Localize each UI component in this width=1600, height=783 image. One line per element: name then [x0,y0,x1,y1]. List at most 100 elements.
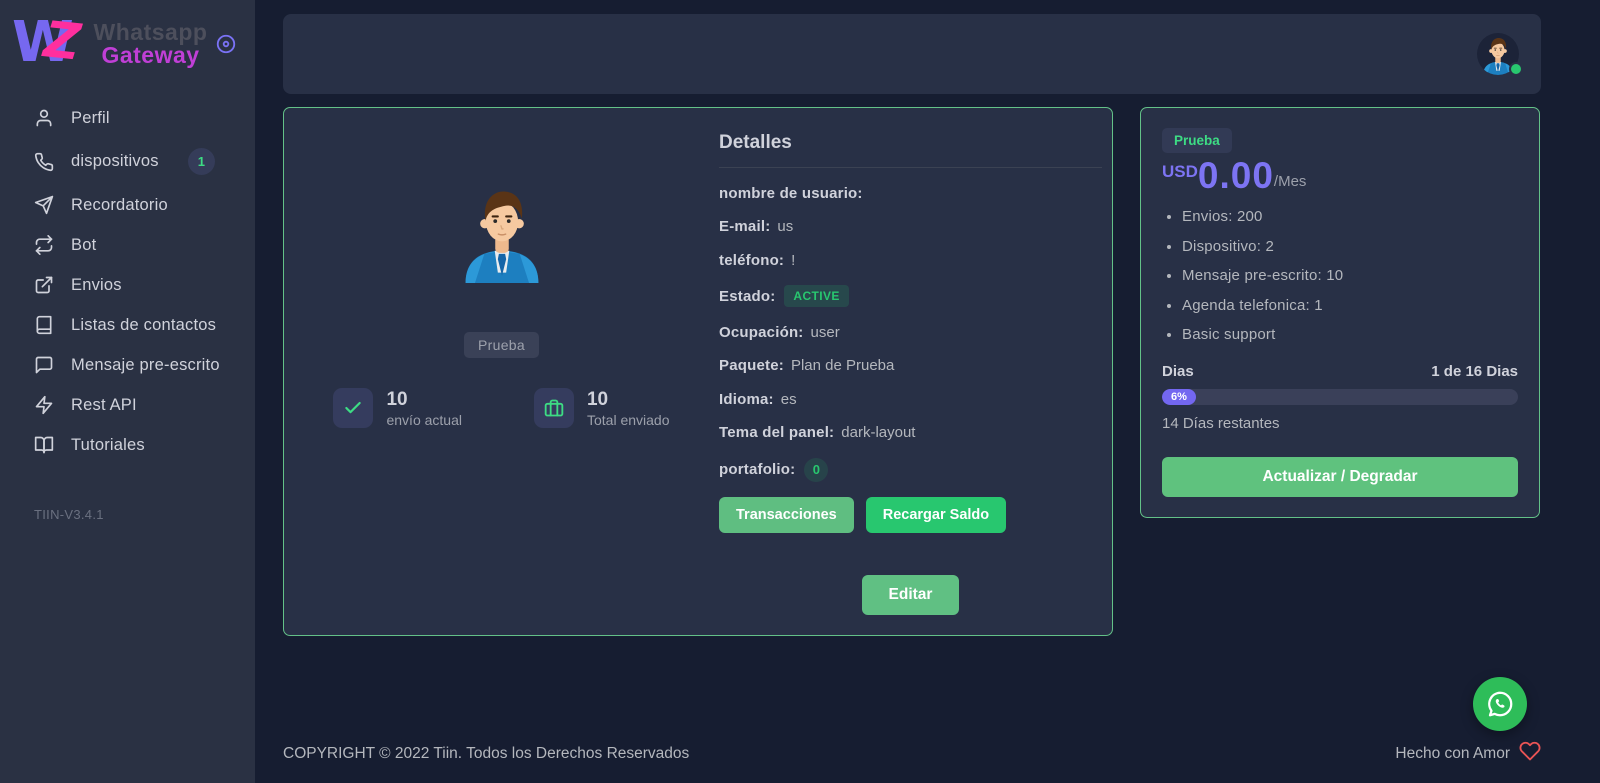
plan-feature: Dispositivo: 2 [1182,238,1518,255]
zap-icon [34,395,54,415]
copyright-text: COPYRIGHT © 2022 Tiin. Todos los Derecho… [283,745,689,763]
stat-current-sends: 10 envío actual [333,388,462,428]
sidebar-item-label: Rest API [71,396,137,415]
footer: COPYRIGHT © 2022 Tiin. Todos los Derecho… [283,740,1541,783]
message-square-icon [34,355,54,375]
logo[interactable]: W Z Whatsapp Gateway [0,10,255,92]
sidebar-nav: Perfil dispositivos 1 Recordatorio Bot E… [0,98,255,465]
sidebar-item-label: Perfil [71,109,110,128]
detail-row-username: nombre de usuario: [719,185,1102,202]
detail-row-theme: Tema del panel: dark-layout [719,424,1102,441]
stats-row: 10 envío actual 10 Total enviado [333,388,669,428]
detail-row-phone: teléfono: ! [719,252,1102,269]
cards-row: Prueba 10 envío actual [283,107,1541,636]
days-progress-fill: 6% [1162,389,1196,405]
logo-letter-z: Z [41,10,83,71]
repeat-icon [34,235,54,255]
detail-row-status: Estado: ACTIVE [719,285,1102,307]
plan-price: USD 0.00 /Mes [1162,157,1518,194]
stat-value: 10 [386,388,462,412]
status-active-badge: ACTIVE [784,285,848,307]
made-with-text: Hecho con Amor [1395,745,1510,763]
days-total: 1 de 16 Dias [1431,363,1518,380]
stat-label: envío actual [386,412,462,428]
online-status-dot [1509,62,1523,76]
plan-feature: Mensaje pre-escrito: 10 [1182,267,1518,284]
sidebar-item-label: Recordatorio [71,196,168,215]
app-root: { "app": { "logo_w": "W", "logo_z": "Z",… [0,0,1600,783]
briefcase-icon [534,388,574,428]
heart-icon [1519,740,1541,767]
plan-feature: Basic support [1182,326,1518,343]
topbar [283,14,1541,94]
sidebar-item-label: Tutoriales [71,436,145,455]
edit-button[interactable]: Editar [862,575,960,615]
send-icon [34,195,54,215]
logo-mark: W Z [10,14,88,74]
profile-card: Prueba 10 envío actual [283,107,1113,636]
details-section: Detalles nombre de usuario: E-mail: us t… [719,128,1112,615]
recharge-balance-button[interactable]: Recargar Saldo [866,497,1006,533]
book-icon [34,315,54,335]
price-period: /Mes [1274,173,1307,190]
sidebar-item-tutoriales[interactable]: Tutoriales [0,425,255,465]
sidebar-item-label: Mensaje pre-escrito [71,356,220,375]
profile-plan-badge: Prueba [464,332,539,358]
main-content: Prueba 10 envío actual [255,0,1600,783]
sidebar-item-bot[interactable]: Bot [0,225,255,265]
user-icon [34,108,54,128]
detail-row-portfolio: portafolio: 0 [719,458,1102,482]
whatsapp-fab-button[interactable] [1473,677,1527,731]
sidebar-item-mensaje-pre-escrito[interactable]: Mensaje pre-escrito [0,345,255,385]
days-row: Dias 1 de 16 Dias [1162,363,1518,380]
upgrade-downgrade-button[interactable]: Actualizar / Degradar [1162,457,1518,497]
made-with: Hecho con Amor [1395,740,1541,767]
transactions-button[interactable]: Transacciones [719,497,854,533]
detail-row-package: Paquete: Plan de Prueba [719,357,1102,374]
plan-name-badge: Prueba [1162,128,1232,153]
days-remaining: 14 Días restantes [1162,415,1518,432]
stat-label: Total enviado [587,412,670,428]
app-title: Whatsapp Gateway [88,21,213,68]
plan-card: Prueba USD 0.00 /Mes Envios: 200 Disposi… [1140,107,1540,518]
sidebar-item-envios[interactable]: Envios [0,265,255,305]
price-currency: USD [1162,162,1198,182]
sidebar-item-dispositivos[interactable]: dispositivos 1 [0,138,255,185]
sidebar-item-label: Bot [71,236,96,255]
book-open-icon [34,435,54,455]
whatsapp-icon [1485,689,1515,719]
devices-count-badge: 1 [188,148,215,175]
sidebar-item-label: Envios [71,276,122,295]
details-title: Detalles [719,128,1102,168]
detail-row-language: Idioma: es [719,391,1102,408]
stat-total-sent: 10 Total enviado [534,388,670,428]
sidebar: W Z Whatsapp Gateway Perfil dispositivos… [0,0,255,783]
plan-feature: Envios: 200 [1182,208,1518,225]
phone-icon [34,152,54,172]
plan-feature: Agenda telefonica: 1 [1182,297,1518,314]
external-link-icon [34,275,54,295]
sidebar-item-recordatorio[interactable]: Recordatorio [0,185,255,225]
sidebar-item-rest-api[interactable]: Rest API [0,385,255,425]
app-version: TIIN-V3.4.1 [0,465,255,522]
app-title-line1: Whatsapp [88,21,213,44]
user-avatar[interactable] [1477,33,1519,75]
check-icon [333,388,373,428]
price-value: 0.00 [1198,157,1274,194]
stat-value: 10 [587,388,670,412]
sidebar-toggle-icon[interactable] [215,33,237,55]
detail-row-email: E-mail: us [719,218,1102,235]
detail-row-occupation: Ocupación: user [719,324,1102,341]
portfolio-count-badge: 0 [804,458,828,482]
days-label: Dias [1162,363,1194,380]
sidebar-item-label: Listas de contactos [71,316,216,335]
sidebar-item-listas-de-contactos[interactable]: Listas de contactos [0,305,255,345]
profile-card-left: Prueba 10 envío actual [284,128,719,615]
edit-button-wrap: Editar [719,575,1102,615]
app-title-line2: Gateway [88,44,213,67]
sidebar-item-perfil[interactable]: Perfil [0,98,255,138]
plan-features-list: Envios: 200 Dispositivo: 2 Mensaje pre-e… [1182,208,1518,343]
sidebar-item-label: dispositivos [71,152,159,171]
profile-avatar-illustration [450,178,554,284]
days-progress-track: 6% [1162,389,1518,405]
